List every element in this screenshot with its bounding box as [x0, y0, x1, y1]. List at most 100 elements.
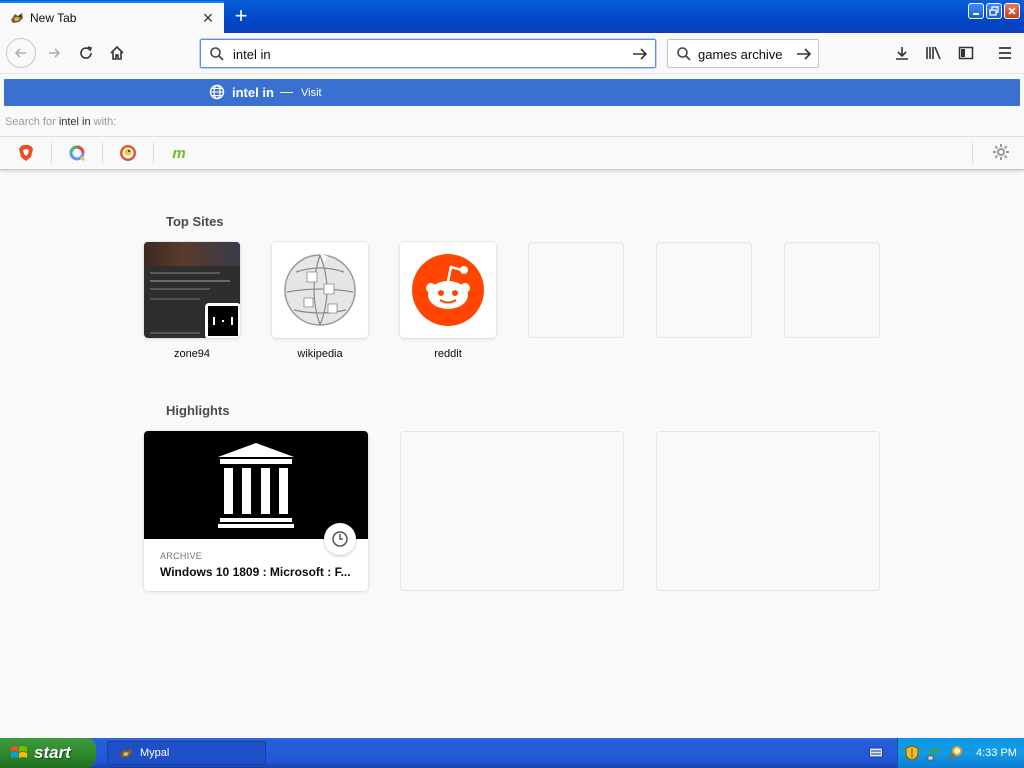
back-button[interactable] — [6, 38, 36, 68]
reload-icon — [80, 46, 93, 59]
tab-title: New Tab — [30, 11, 77, 25]
windows-logo-icon — [11, 746, 27, 758]
taskbar: start Mypal 4:33 PM — [0, 738, 1024, 768]
top-site-label: zone94 — [173, 348, 211, 360]
hamburger-menu-icon — [999, 47, 1011, 59]
new-tab-button[interactable]: + — [229, 5, 253, 29]
forward-button[interactable] — [40, 39, 68, 67]
library-icon — [926, 46, 941, 60]
brave-search-button[interactable] — [15, 142, 37, 164]
url-input[interactable] — [233, 44, 613, 64]
security-shield-icon[interactable] — [904, 745, 920, 761]
top-sites-title: Top Sites — [166, 214, 224, 229]
go-arrow-icon[interactable] — [631, 45, 649, 63]
download-icon — [896, 47, 908, 60]
restore-icon — [989, 6, 999, 16]
globe-icon — [209, 84, 225, 100]
one-off-search-bar: m — [0, 136, 1024, 169]
screen: New Tab × + intel in games archive intel… — [0, 0, 1024, 768]
network-icon[interactable] — [926, 745, 942, 761]
autocomplete-result[interactable]: intel in — Visit — [4, 79, 1020, 106]
top-site-tile[interactable] — [144, 242, 240, 338]
highlight-card[interactable]: ARCHIVE Windows 10 1809 : Microsoft : F.… — [144, 431, 368, 591]
home-button[interactable] — [103, 39, 131, 67]
library-button[interactable] — [920, 39, 948, 67]
reddit-icon — [412, 254, 484, 326]
close-window-button[interactable] — [1004, 3, 1020, 19]
sidebar-button[interactable] — [952, 39, 980, 67]
mojeek-search-button[interactable]: m — [168, 142, 190, 164]
autocomplete-popup: intel in — Visit Search for intel in wit… — [0, 74, 1024, 170]
search-with-label: Search for intel in with: — [5, 116, 116, 128]
brave-icon — [19, 145, 33, 161]
top-site-wikipedia[interactable]: wikipedia — [272, 242, 368, 360]
zone94-favicon — [205, 303, 240, 338]
start-label: start — [34, 743, 71, 762]
downloads-button[interactable] — [888, 39, 916, 67]
search-with-prefix: Search for — [5, 116, 59, 128]
qwant-search-button[interactable] — [66, 142, 88, 164]
clock-icon — [332, 531, 348, 547]
autocomplete-title: intel in — [232, 85, 274, 100]
top-site-tile[interactable] — [272, 242, 368, 338]
home-icon — [110, 45, 124, 60]
keyboard-icon[interactable] — [869, 746, 883, 758]
reload-button[interactable] — [72, 39, 100, 67]
start-button[interactable]: start — [0, 738, 96, 768]
qwant-icon — [69, 145, 86, 162]
tab-new-tab[interactable]: New Tab × — [0, 1, 224, 33]
highlight-empty — [656, 431, 880, 591]
menu-button[interactable] — [991, 39, 1019, 67]
search-icon — [210, 47, 224, 61]
back-arrow-icon — [14, 48, 26, 58]
duckduckgo-search-button[interactable] — [117, 142, 139, 164]
search-bar[interactable]: games archive — [667, 39, 819, 68]
search-icon — [677, 47, 691, 61]
url-bar[interactable] — [200, 39, 656, 68]
top-site-empty — [528, 242, 624, 338]
archive-building-icon — [218, 443, 294, 528]
close-icon — [1008, 7, 1016, 15]
top-site-label: reddit — [434, 348, 462, 360]
taskbar-item-mypal[interactable]: Mypal — [107, 741, 266, 765]
empty-tile — [784, 242, 880, 338]
sidebar-icon — [958, 46, 974, 60]
mypal-icon — [120, 748, 132, 758]
engine-divider — [51, 143, 52, 163]
empty-tile — [656, 242, 752, 338]
taskbar-item-label: Mypal — [140, 747, 170, 759]
top-site-empty — [656, 242, 752, 338]
restore-button[interactable] — [986, 3, 1002, 19]
gear-icon[interactable] — [992, 143, 1010, 161]
content-divider — [8, 169, 880, 170]
search-with-term: intel in — [58, 116, 91, 128]
forward-arrow-icon — [49, 48, 61, 58]
duckduckgo-icon — [120, 145, 136, 161]
highlight-source: ARCHIVE — [160, 551, 203, 561]
search-bar-value[interactable]: games archive — [698, 47, 788, 62]
highlight-title: Windows 10 1809 : Microsoft : F... — [160, 565, 351, 579]
tab-strip: New Tab × + — [0, 0, 1024, 33]
history-badge — [324, 523, 356, 555]
wikipedia-icon — [284, 254, 356, 326]
search-go-arrow-icon[interactable] — [795, 45, 813, 63]
minimize-button[interactable] — [968, 3, 984, 19]
window-controls — [968, 3, 1020, 19]
mojeek-icon: m — [172, 144, 186, 162]
minimize-icon — [973, 13, 979, 15]
top-site-reddit[interactable]: reddit — [400, 242, 496, 360]
engine-divider — [102, 143, 103, 163]
highlight-empty — [400, 431, 624, 591]
autocomplete-separator: — — [280, 84, 293, 99]
close-tab-icon[interactable]: × — [198, 8, 218, 28]
top-site-label: wikipedia — [297, 348, 343, 360]
top-site-tile[interactable] — [400, 242, 496, 338]
search-with-suffix: with: — [90, 116, 117, 128]
magnifier-icon[interactable] — [948, 745, 964, 761]
top-site-zone94[interactable]: zone94 — [144, 242, 240, 360]
navigation-toolbar: games archive — [0, 33, 1024, 74]
engine-divider — [153, 143, 154, 163]
system-tray: 4:33 PM — [897, 738, 1024, 768]
highlights-title: Highlights — [166, 403, 230, 418]
autocomplete-action: Visit — [301, 87, 322, 99]
